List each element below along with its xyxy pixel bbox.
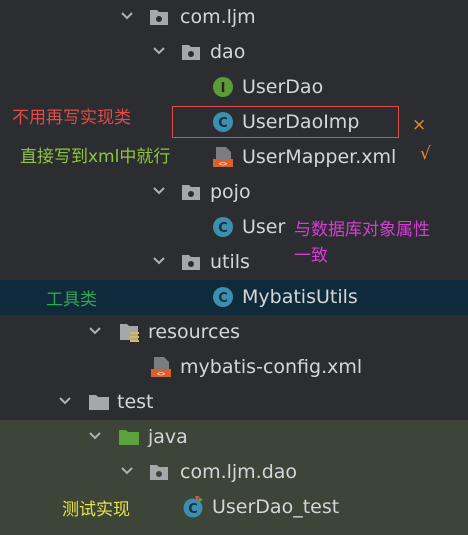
note-no-impl: 不用再写实现类 xyxy=(12,108,131,128)
tree-row-user-dao[interactable]: I UserDao xyxy=(0,70,468,105)
tree-row-utils[interactable]: utils xyxy=(0,245,468,280)
folder-label: utils xyxy=(210,251,250,273)
svg-text:I: I xyxy=(221,81,226,96)
note-test: 测试实现 xyxy=(62,500,130,520)
file-label: UserDao_test xyxy=(212,496,340,518)
xml-file-icon: <> xyxy=(212,146,234,168)
package-icon xyxy=(148,6,170,28)
file-label: MybatisUtils xyxy=(242,286,358,308)
chevron-down-icon[interactable] xyxy=(152,44,166,58)
package-icon xyxy=(180,41,202,63)
package-icon xyxy=(180,181,202,203)
project-tree: com.ljm dao I UserDao C UserDaoImp <> Us… xyxy=(0,0,468,535)
check-mark: √ xyxy=(420,144,431,164)
folder-label: pojo xyxy=(210,181,251,203)
highlight-box xyxy=(172,106,399,138)
tree-row-dao[interactable]: dao xyxy=(0,35,468,70)
interface-icon: I xyxy=(212,76,234,98)
file-label: UserDao xyxy=(242,76,324,98)
folder-icon xyxy=(88,391,110,413)
partial-row xyxy=(0,525,468,535)
package-label: com.ljm.dao xyxy=(180,461,298,483)
xml-file-icon: <> xyxy=(150,356,172,378)
folder-label: java xyxy=(148,426,188,448)
chevron-down-icon[interactable] xyxy=(120,9,134,23)
tree-row-com-ljm[interactable]: com.ljm xyxy=(0,0,468,35)
note-match-db-1: 与数据库对象属性 xyxy=(294,220,430,240)
class-icon: C xyxy=(212,286,234,308)
test-source-root-icon xyxy=(118,426,140,448)
tree-row-pojo[interactable]: pojo xyxy=(0,175,468,210)
file-label: User xyxy=(242,216,286,238)
tree-row-mybatis-config[interactable]: <> mybatis-config.xml xyxy=(0,350,468,385)
file-label: mybatis-config.xml xyxy=(180,356,363,378)
package-label: com.ljm xyxy=(180,6,256,28)
chevron-down-icon[interactable] xyxy=(152,184,166,198)
package-icon xyxy=(148,461,170,483)
svg-text:<>: <> xyxy=(157,370,165,378)
test-class-icon: C xyxy=(182,496,204,518)
tree-row-java[interactable]: java xyxy=(0,420,468,455)
tree-row-com-ljm-dao[interactable]: com.ljm.dao xyxy=(0,455,468,490)
svg-text:C: C xyxy=(188,502,198,517)
tree-row-test[interactable]: test xyxy=(0,385,468,420)
resources-folder-icon xyxy=(118,321,140,343)
chevron-down-icon[interactable] xyxy=(58,394,72,408)
svg-text:C: C xyxy=(218,291,228,306)
package-icon xyxy=(180,251,202,273)
note-utils: 工具类 xyxy=(46,290,97,310)
svg-text:<>: <> xyxy=(219,160,227,168)
chevron-down-icon[interactable] xyxy=(88,324,102,338)
chevron-down-icon[interactable] xyxy=(120,464,134,478)
folder-label: resources xyxy=(148,321,241,343)
note-match-db-2: 一致 xyxy=(294,246,328,266)
note-write-xml: 直接写到xml中就行 xyxy=(20,147,171,167)
tree-row-resources[interactable]: resources xyxy=(0,315,468,350)
class-icon: C xyxy=(212,216,234,238)
chevron-down-icon[interactable] xyxy=(88,429,102,443)
chevron-down-icon[interactable] xyxy=(152,254,166,268)
svg-text:C: C xyxy=(218,221,228,236)
folder-label: test xyxy=(117,391,154,413)
file-label: UserMapper.xml xyxy=(242,146,397,168)
folder-label: dao xyxy=(210,41,246,63)
cross-mark: × xyxy=(412,115,427,135)
